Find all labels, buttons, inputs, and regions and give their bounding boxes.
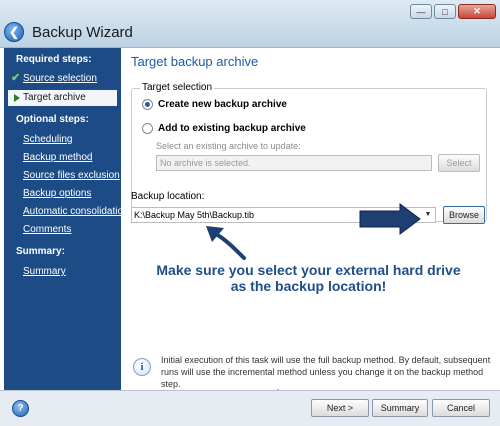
required-steps-heading: Required steps: <box>16 54 92 65</box>
create-new-archive-radio[interactable] <box>142 99 153 110</box>
sidebar-item-target-archive[interactable]: Target archive <box>8 90 117 106</box>
sidebar-item-summary[interactable]: Summary <box>23 266 66 277</box>
add-existing-archive-label: Add to existing backup archive <box>158 123 306 134</box>
sidebar-item-backup-options[interactable]: Backup options <box>23 188 91 199</box>
add-existing-archive-radio[interactable] <box>142 123 153 134</box>
main-panel: Target backup archive Target selection C… <box>121 48 496 390</box>
checkmark-icon: ✔ <box>11 72 21 84</box>
existing-archive-field: No archive is selected. <box>156 155 432 171</box>
summary-heading: Summary: <box>16 246 65 257</box>
page-title: Target backup archive <box>131 54 259 69</box>
close-button[interactable]: ✕ <box>458 4 496 19</box>
browse-button[interactable]: Browse <box>443 206 485 224</box>
sidebar-item-scheduling[interactable]: Scheduling <box>23 134 72 145</box>
wizard-footer: ? Next > Summary Cancel <box>0 390 500 426</box>
back-arrow-icon[interactable]: ❮ <box>4 22 24 42</box>
minimize-button[interactable]: — <box>410 4 432 19</box>
info-icon: i <box>133 358 151 376</box>
minimize-icon: — <box>416 6 426 17</box>
maximize-icon: □ <box>442 6 448 17</box>
select-existing-label: Select an existing archive to update: <box>156 141 301 151</box>
title-bar: — □ ✕ ❮ Backup Wizard <box>0 0 500 48</box>
cancel-button[interactable]: Cancel <box>432 399 490 417</box>
sidebar-item-label: Target archive <box>23 92 86 103</box>
annotation-line-2: as the backup location! <box>230 278 387 294</box>
sidebar-item-backup-method[interactable]: Backup method <box>23 152 93 163</box>
sidebar-item-comments[interactable]: Comments <box>23 224 71 235</box>
wizard-steps-sidebar: Required steps: ✔ Source selection Targe… <box>4 48 129 390</box>
select-archive-button[interactable]: Select <box>438 154 480 172</box>
maximize-button[interactable]: □ <box>434 4 456 19</box>
arrow-to-browse <box>359 203 421 235</box>
annotation-text: Make sure you select your external hard … <box>121 262 496 294</box>
target-selection-legend: Target selection <box>140 82 215 93</box>
info-text: Initial execution of this task will use … <box>161 355 491 389</box>
sidebar-item-automatic-consolidation[interactable]: Automatic consolidation <box>23 206 129 217</box>
create-new-archive-option[interactable]: Create new backup archive <box>142 99 287 110</box>
annotation-line-1: Make sure you select your external hard … <box>156 262 461 278</box>
close-icon: ✕ <box>473 6 481 16</box>
current-step-arrow-icon <box>14 94 20 102</box>
sidebar-item-source-files-exclusion[interactable]: Source files exclusion <box>23 170 120 181</box>
create-new-archive-label: Create new backup archive <box>158 99 287 110</box>
arrow-to-location <box>206 226 246 260</box>
next-button[interactable]: Next > <box>311 399 369 417</box>
sidebar-item-source-selection[interactable]: Source selection <box>23 73 97 84</box>
window-title: Backup Wizard <box>32 24 133 41</box>
optional-steps-heading: Optional steps: <box>16 114 89 125</box>
add-existing-archive-option[interactable]: Add to existing backup archive <box>142 123 306 134</box>
summary-button[interactable]: Summary <box>372 399 428 417</box>
window-caption-buttons: — □ ✕ <box>410 4 496 19</box>
help-icon[interactable]: ? <box>12 400 29 417</box>
backup-location-label: Backup location: <box>131 191 205 202</box>
